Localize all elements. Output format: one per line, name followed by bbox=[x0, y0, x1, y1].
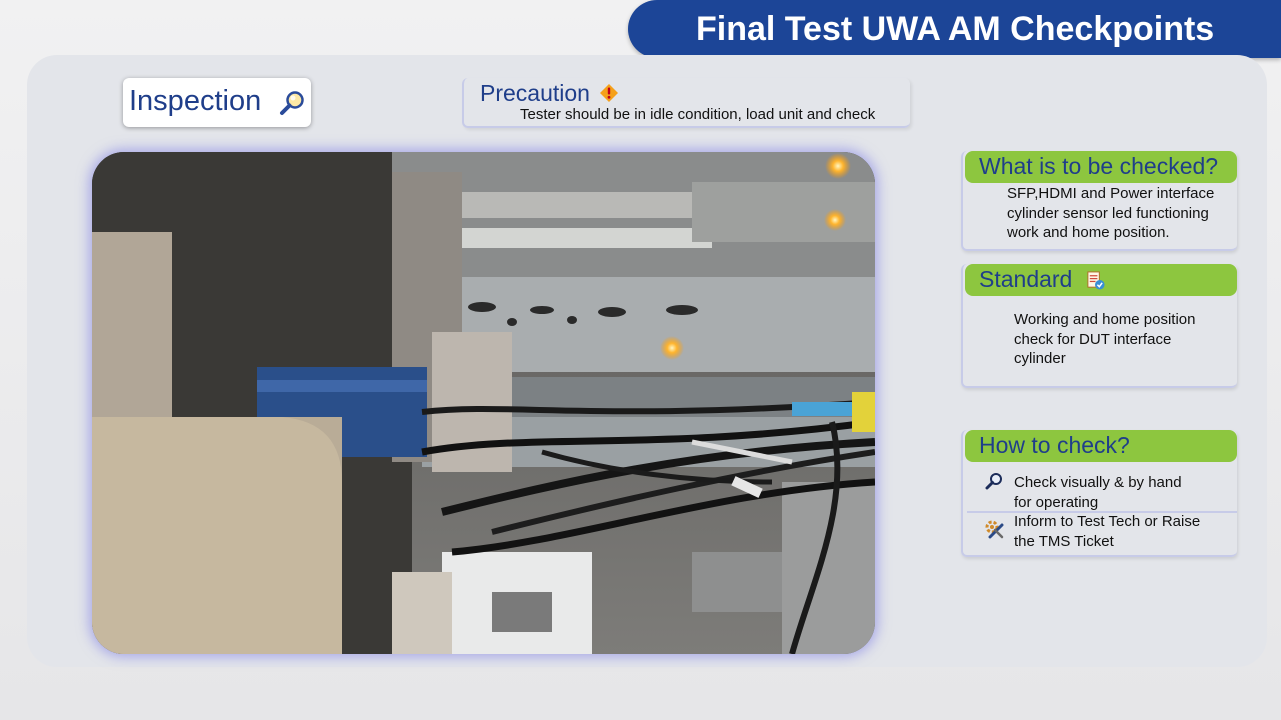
how-item-line: the TMS Ticket bbox=[1014, 532, 1114, 550]
standard-text: Working and home position check for DUT … bbox=[1014, 310, 1196, 369]
checked-line: SFP,HDMI and Power interface bbox=[1007, 185, 1215, 202]
standard-header: Standard bbox=[965, 264, 1237, 296]
tester-photo bbox=[92, 152, 875, 654]
how-item-line: for operating bbox=[1014, 493, 1099, 511]
inspection-label: Inspection bbox=[129, 85, 262, 117]
precaution-box: Precaution Tester should be in idle cond… bbox=[462, 78, 910, 128]
checked-line: cylinder sensor led functioning bbox=[1007, 204, 1209, 222]
inspection-label-box: Inspection bbox=[123, 78, 311, 127]
standard-line: Working and home position bbox=[1014, 311, 1196, 328]
precaution-title: Precaution bbox=[480, 80, 590, 106]
how-item-inform: Inform to Test Tech or Raise the TMS Tic… bbox=[1014, 512, 1200, 551]
standard-line: cylinder bbox=[1014, 350, 1066, 367]
how-item-check: Check visually & by hand for operating bbox=[1014, 473, 1182, 512]
how-header: How to check? bbox=[965, 430, 1237, 462]
how-title: How to check? bbox=[979, 432, 1130, 458]
page-title: Final Test UWA AM Checkpoints bbox=[696, 10, 1215, 48]
checked-card: What is to be checked? SFP,HDMI and Powe… bbox=[961, 151, 1237, 251]
tools-icon bbox=[985, 520, 1004, 539]
standard-card: Standard Working and home position check… bbox=[961, 264, 1237, 388]
title-bar: Final Test UWA AM Checkpoints bbox=[628, 0, 1281, 58]
magnifier-icon bbox=[985, 473, 1002, 490]
checked-header: What is to be checked? bbox=[965, 151, 1237, 183]
how-item-line: Inform to Test Tech or Raise bbox=[1014, 513, 1201, 530]
standard-line: check for DUT interface bbox=[1014, 330, 1172, 348]
magnifier-icon bbox=[280, 91, 304, 115]
checklist-icon bbox=[1087, 271, 1105, 290]
how-item-line: Check visually & by hand bbox=[1014, 474, 1182, 491]
precaution-text: Tester should be in idle condition, load… bbox=[520, 106, 876, 123]
checked-line: work and home position. bbox=[1007, 224, 1170, 241]
standard-title: Standard bbox=[979, 266, 1073, 292]
how-card: How to check? Check visually & by hand f… bbox=[961, 430, 1237, 557]
warning-icon bbox=[600, 84, 618, 102]
checked-title: What is to be checked? bbox=[979, 153, 1219, 179]
checked-text: SFP,HDMI and Power interface cylinder se… bbox=[1007, 184, 1214, 243]
